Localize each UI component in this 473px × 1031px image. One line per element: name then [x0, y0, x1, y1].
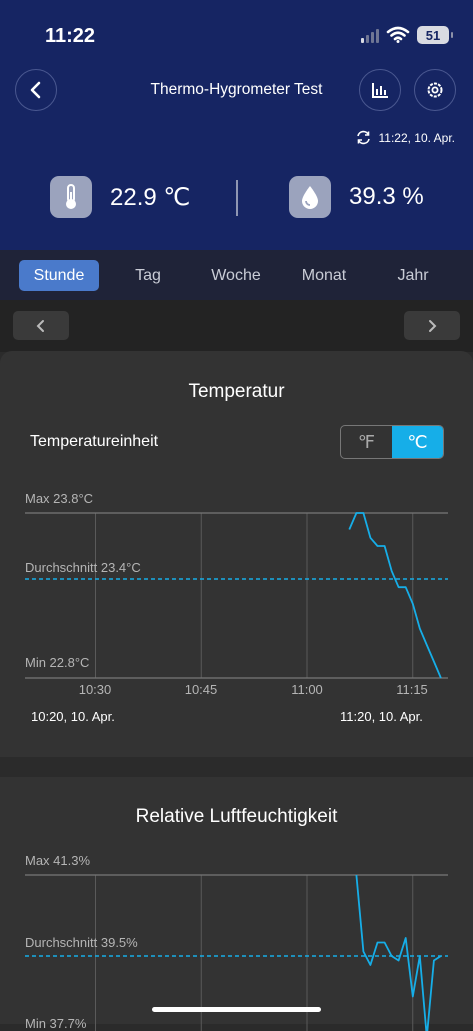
next-period-button[interactable]: [404, 311, 460, 340]
series-line: [348, 512, 442, 679]
thermometer-icon: [50, 176, 92, 218]
reading-divider: [236, 180, 238, 216]
humidity-card: Relative Luftfeuchtigkeit Max 41.3% Durc…: [0, 777, 473, 1031]
humidity-reading: 39.3 %: [289, 176, 424, 218]
temperature-average-label: Durchschnitt 23.4°C: [25, 560, 141, 575]
tab-stunde[interactable]: Stunde: [19, 260, 99, 291]
humidity-average-label: Durchschnitt 39.5%: [25, 935, 138, 950]
history-chart-button[interactable]: [359, 69, 401, 111]
x-tick-label: 10:45: [184, 682, 218, 697]
sync-status[interactable]: 11:22, 10. Apr.: [356, 130, 455, 145]
tab-woche[interactable]: Woche: [196, 260, 276, 291]
x-tick-label: 11:15: [396, 682, 428, 697]
range-end-label: 11:20, 10. Apr.: [340, 709, 423, 724]
droplet-icon: [289, 176, 331, 218]
status-icons: 51: [361, 26, 453, 44]
settings-button[interactable]: [414, 69, 456, 111]
humidity-value: 39.3 %: [349, 183, 424, 210]
temperature-value: 22.9 ℃: [110, 183, 191, 211]
back-button[interactable]: [15, 69, 57, 111]
page-title: Thermo-Hygrometer Test: [150, 81, 323, 98]
sync-time: 11:22, 10. Apr.: [378, 130, 455, 145]
period-navigation: [0, 300, 473, 352]
humidity-chart: [25, 874, 448, 1031]
temperature-min-label: Min 22.8°C: [25, 655, 90, 670]
signal-icon: [361, 27, 379, 43]
temperature-max-label: Max 23.8°C: [25, 491, 94, 506]
x-tick-label: 10:30: [78, 682, 112, 697]
tab-monat[interactable]: Monat: [284, 260, 364, 291]
chevron-left-icon: [36, 319, 44, 332]
gear-icon: [427, 82, 443, 98]
x-tick-label: 11:00: [291, 682, 323, 697]
tab-jahr[interactable]: Jahr: [373, 260, 453, 291]
header: 11:22 51 Thermo-Hygrometer Test 11:22, 1…: [0, 0, 473, 250]
range-start-label: 10:20, 10. Apr.: [31, 709, 115, 724]
status-time: 11:22: [45, 25, 96, 47]
home-indicator: [152, 1007, 321, 1012]
refresh-icon: [357, 130, 371, 145]
wifi-icon: [386, 26, 410, 43]
bar-chart-icon: [372, 83, 388, 98]
battery-indicator: 51: [417, 26, 453, 44]
period-tabs: Stunde Tag Woche Monat Jahr: [0, 250, 473, 300]
temperature-reading: 22.9 ℃: [50, 176, 190, 218]
chevron-right-icon: [429, 319, 437, 332]
series-line: [355, 874, 442, 1031]
temperature-card: Temperatur Temperatureinheit ℉ ℃ Max 23.…: [0, 351, 473, 757]
chevron-left-icon: [30, 81, 41, 99]
humidity-max-label: Max 41.3%: [25, 853, 91, 868]
previous-period-button[interactable]: [13, 311, 69, 340]
tab-tag[interactable]: Tag: [108, 260, 188, 291]
